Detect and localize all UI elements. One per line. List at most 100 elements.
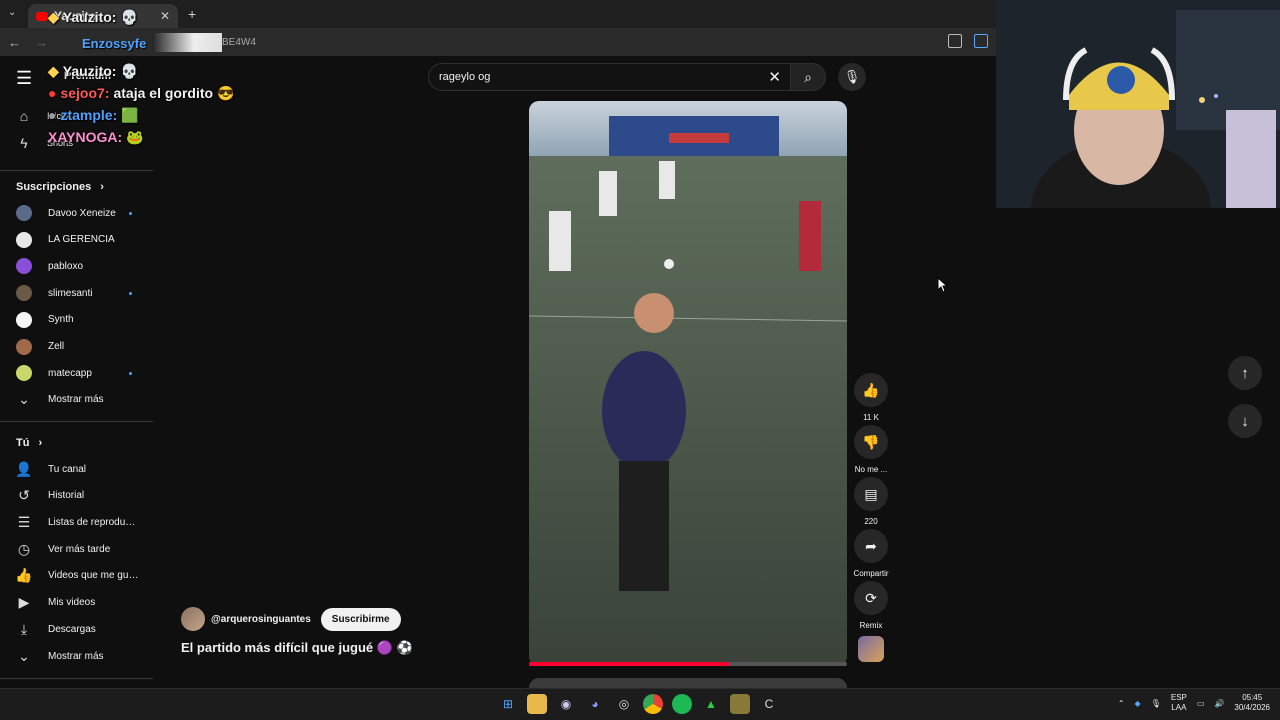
chat-username: ztample: (60, 107, 118, 123)
steam-icon[interactable]: ◉ (556, 694, 576, 714)
short-title[interactable]: El partido más difícil que jugué 🟣 ⚽ (181, 640, 413, 656)
sidebar-subscription-item[interactable]: Zell (16, 338, 156, 355)
url-text[interactable]: BE4W4 (222, 37, 256, 48)
sidebar-divider (0, 170, 153, 171)
progress-fill (529, 662, 730, 666)
sidebar-subscription-item[interactable]: slimesanti (16, 285, 156, 302)
back-arrow-icon[interactable]: ← (8, 35, 21, 50)
subscriptions-header[interactable]: Suscripciones › (16, 181, 104, 193)
frog-emote-icon: 🐸 (126, 128, 144, 145)
file-explorer-icon[interactable] (527, 694, 547, 714)
sidebar-divider (0, 678, 153, 679)
previous-short-button[interactable]: ↑ (1228, 356, 1262, 390)
my-videos-icon: ▶ (18, 594, 30, 610)
clock[interactable]: 05:45 30/4/2026 (1234, 693, 1270, 713)
microphone-icon: 🎙 (843, 69, 861, 84)
dislike-button[interactable]: 👎 No me ... (852, 425, 890, 474)
windows-taskbar: ⊞ ◉ ◕ ◎ ▲ C ⌃ ◆ 🎙 ESP LAA ▭ 🔊 05:45 30/4… (0, 688, 1280, 720)
voice-search-button[interactable]: 🎙 (838, 63, 866, 91)
chat-message: ● ztample: 🟩 (48, 104, 235, 126)
tray-chevron-up-icon[interactable]: ⌃ (1118, 699, 1125, 708)
sidebar-show-more-2[interactable]: ⌄ Mostrar más (16, 648, 156, 664)
browser-tabbar: ⌄ Yauzito: ✕ + (0, 0, 996, 28)
tab-close-icon[interactable]: ✕ (160, 9, 170, 23)
tab-list-chevron-icon[interactable]: ⌄ (8, 7, 16, 18)
remix-button[interactable]: ⟳ Remix (852, 581, 890, 630)
channel-avatar (16, 311, 32, 328)
tray-mic-icon[interactable]: 🎙 (1151, 699, 1161, 708)
next-short-button[interactable]: ↓ (1228, 404, 1262, 438)
green-app-icon[interactable]: ▲ (701, 694, 721, 714)
audio-source-thumbnail[interactable] (858, 636, 884, 662)
channel-avatar (16, 231, 32, 248)
remix-icon: ⟳ (854, 581, 888, 615)
clock-time: 05:45 (1242, 693, 1263, 702)
discord-icon[interactable]: ◕ (585, 694, 605, 714)
search-box[interactable]: rageylo og ✕ (428, 63, 794, 91)
share-button[interactable]: ➦ Compartir (852, 529, 890, 578)
sidebar-item-liked-videos[interactable]: 👍 Videos que me gus... (15, 567, 156, 584)
volume-icon[interactable]: 🔊 (1214, 699, 1224, 708)
watch-later-icon: ◷ (17, 540, 31, 557)
chat-message: ● sejoo7: ataja el gordito 😎 (48, 82, 235, 104)
home-icon: ⌂ (19, 108, 29, 124)
tray-app-icon[interactable]: ◆ (1135, 699, 1141, 708)
subscription-label: Davoo Xeneize (48, 207, 116, 219)
comments-button[interactable]: ▤ 220 (852, 477, 890, 526)
mouse-cursor-icon (937, 277, 949, 293)
network-icon[interactable]: ▭ (1197, 699, 1205, 708)
sidebar-item-label: Tu canal (48, 463, 86, 475)
chevron-right-icon: › (38, 437, 43, 449)
search-button[interactable]: ⌕ (790, 63, 826, 91)
sidebar-item-label: Ver más tarde (48, 543, 111, 555)
sidebar-show-more[interactable]: ⌄ Mostrar más (16, 391, 156, 407)
sidebar-item-watch-later[interactable]: ◷ Ver más tarde (16, 541, 156, 557)
chat-message: ◆ Yauzito: 💀 (48, 6, 138, 28)
extension-icon[interactable] (974, 34, 988, 48)
sidebar-subscription-item[interactable]: LA GERENCIA (16, 231, 156, 248)
show-more-label: Mostrar más (48, 393, 104, 405)
youtube-favicon-icon (36, 11, 48, 21)
keyboard-language[interactable]: ESP LAA (1171, 693, 1187, 713)
webcam-image (996, 0, 1280, 208)
channel-handle[interactable]: @arquerosinguantes (211, 614, 311, 625)
game-app-icon[interactable] (730, 694, 750, 714)
comment-icon: ▤ (854, 477, 888, 511)
clear-search-icon[interactable]: ✕ (768, 68, 781, 86)
sidebar-subscription-item[interactable]: pabloxo (16, 258, 156, 275)
shorts-icon: ϟ (20, 135, 28, 151)
spotify-icon[interactable] (672, 694, 692, 714)
sidebar-item-playlists[interactable]: ☰ Listas de reproducc... (16, 514, 156, 530)
subscribe-button[interactable]: Suscribirme (320, 607, 401, 631)
sidebar-item-your-channel[interactable]: 👤 Tu canal (15, 461, 156, 477)
sidebar-item-downloads[interactable]: ⤓ Descargas (16, 621, 156, 637)
sidebar-item-my-videos[interactable]: ▶ Mis videos (16, 594, 156, 611)
chat-username: sejoo7: (60, 85, 110, 101)
sidebar-subscription-item[interactable]: matecapp (16, 365, 156, 382)
channel-avatar[interactable] (181, 607, 205, 631)
show-more-label: Mostrar más (48, 650, 104, 662)
subscription-label: LA GERENCIA (48, 234, 115, 246)
cast-icon[interactable] (948, 34, 962, 48)
you-header[interactable]: Tú › (16, 437, 42, 449)
windows-start-icon[interactable]: ⊞ (498, 694, 518, 714)
video-progress-bar[interactable] (529, 662, 847, 666)
sidebar-item-history[interactable]: ↺ Historial (16, 487, 156, 504)
you-title: Tú (16, 437, 30, 449)
like-button[interactable]: 👍 11 K (852, 373, 890, 422)
channel-avatar (16, 258, 32, 275)
shorts-video-player[interactable] (529, 101, 847, 666)
sidebar-subscription-item[interactable]: Davoo Xeneize (16, 205, 156, 221)
hamburger-menu-icon[interactable]: ☰ (16, 68, 32, 89)
sidebar-item-label: Mis videos (48, 597, 96, 608)
channel-avatar (16, 285, 32, 302)
new-content-dot (129, 291, 132, 295)
sidebar-subscription-item[interactable]: Synth (16, 311, 156, 328)
chrome-icon[interactable] (643, 694, 663, 714)
cursor-app-icon[interactable]: C (759, 694, 779, 714)
chat-message: XAYNOGA: 🐸 (48, 126, 235, 148)
new-tab-icon[interactable]: + (188, 6, 196, 22)
forward-arrow-icon[interactable]: → (35, 35, 48, 50)
search-input[interactable]: rageylo og (439, 71, 490, 83)
obs-icon[interactable]: ◎ (614, 694, 634, 714)
